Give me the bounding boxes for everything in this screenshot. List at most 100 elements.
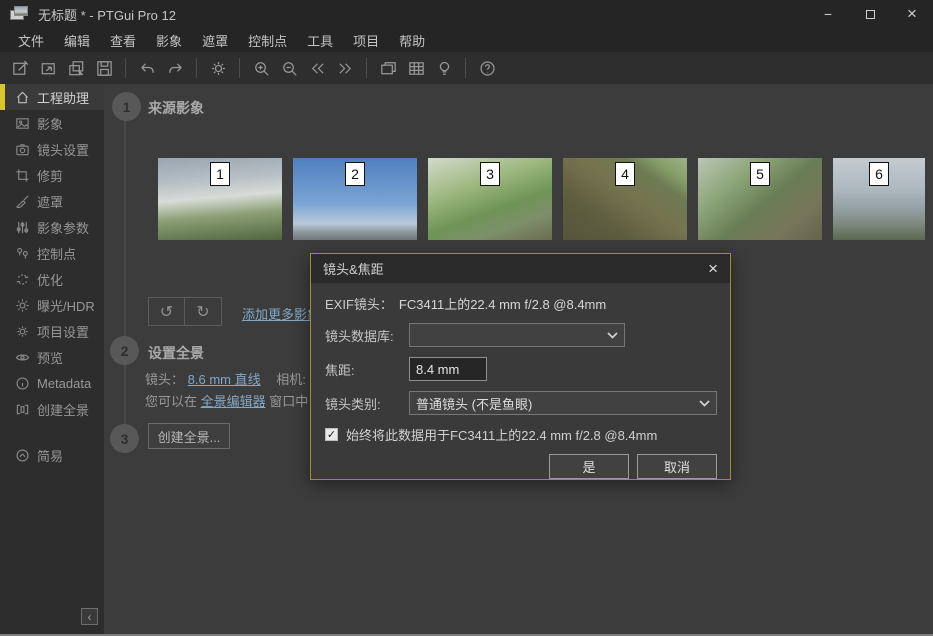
sidebar-item-project-settings[interactable]: 项目设置	[0, 318, 104, 344]
camera-label: 相机:	[276, 372, 306, 387]
step1-badge: 1	[112, 92, 141, 121]
menu-bar: 文件 编辑 查看 影象 遮罩 控制点 工具 项目 帮助	[0, 28, 933, 52]
menu-file[interactable]: 文件	[8, 28, 54, 53]
lens-type-label: 镜头类别:	[325, 394, 409, 413]
copy-template-icon[interactable]	[63, 55, 89, 81]
focal-length-input[interactable]	[409, 357, 487, 381]
lens-type-select[interactable]: 普通镜头 (不是鱼眼)	[409, 391, 717, 415]
source-images-strip: 1 2 3 4 5 6	[158, 158, 925, 240]
sidebar-item-crop[interactable]: 修剪	[0, 162, 104, 188]
sidebar-item-project-assistant[interactable]: 工程助理	[0, 84, 104, 110]
previous-images-icon[interactable]	[304, 55, 330, 81]
control-points-icon	[15, 246, 30, 261]
dialog-title: 镜头&焦距	[323, 259, 384, 278]
next-images-icon[interactable]	[332, 55, 358, 81]
lens-settings-link[interactable]: 8.6 mm 直线	[188, 372, 261, 387]
sidebar-item-preview[interactable]: 预览	[0, 344, 104, 370]
lens-type-value: 普通镜头 (不是鱼眼)	[416, 394, 532, 413]
menu-tools[interactable]: 工具	[297, 28, 343, 53]
preview-bulb-icon[interactable]	[431, 55, 457, 81]
menu-mask[interactable]: 遮罩	[192, 28, 238, 53]
always-use-checkbox-label: 始终将此数据用于FC3411上的22.4 mm f/2.8 @8.4mm	[346, 425, 657, 444]
eye-icon	[15, 350, 30, 365]
zoom-in-icon[interactable]	[248, 55, 274, 81]
sidebar-item-label: 创建全景	[37, 400, 89, 419]
sidebar-collapse-button[interactable]: ‹	[81, 608, 98, 625]
yes-button[interactable]: 是	[549, 454, 629, 479]
camera-icon	[15, 142, 30, 157]
sidebar-item-label: 预览	[37, 348, 63, 367]
exif-lens-label: EXIF镜头：	[325, 297, 393, 312]
panorama-editor-icon[interactable]	[375, 55, 401, 81]
sidebar-item-label: 影象	[37, 114, 63, 133]
cancel-button[interactable]: 取消	[637, 454, 717, 479]
lens-database-select[interactable]	[409, 323, 625, 347]
sidebar-item-exposure-hdr[interactable]: 曝光/HDR	[0, 292, 104, 318]
menu-control-points[interactable]: 控制点	[238, 28, 297, 53]
step-connector-line	[124, 114, 126, 440]
source-image-thumbnail[interactable]: 3	[428, 158, 552, 240]
chevron-down-icon	[607, 332, 618, 339]
sidebar: 工程助理 影象 镜头设置 修剪 遮罩 影象参数 控制点 优化	[0, 84, 104, 636]
minimize-button[interactable]: −	[807, 0, 849, 28]
sidebar-item-image-parameters[interactable]: 影象参数	[0, 214, 104, 240]
sidebar-item-create-panorama[interactable]: 创建全景	[0, 396, 104, 422]
toolbar	[0, 52, 933, 84]
source-image-thumbnail[interactable]: 5	[698, 158, 822, 240]
step2-badge: 2	[110, 336, 139, 365]
image-number-badge: 1	[210, 162, 230, 186]
window-title: 无标题 * - PTGui Pro 12	[38, 5, 176, 24]
image-number-badge: 5	[750, 162, 770, 186]
sidebar-item-label: Metadata	[37, 376, 91, 391]
help-icon[interactable]	[474, 55, 500, 81]
source-image-thumbnail[interactable]: 6	[833, 158, 925, 240]
rotate-cw-button[interactable]: ↻	[185, 297, 222, 326]
dialog-title-bar[interactable]: 镜头&焦距 ×	[311, 254, 730, 283]
open-project-icon[interactable]	[35, 55, 61, 81]
menu-edit[interactable]: 编辑	[54, 28, 100, 53]
image-icon	[15, 116, 30, 131]
title-bar: 无标题 * - PTGui Pro 12 − ×	[0, 0, 933, 28]
sidebar-item-label: 镜头设置	[37, 140, 89, 159]
sidebar-item-label: 工程助理	[37, 88, 89, 107]
sidebar-item-simple-mode[interactable]: 简易	[0, 442, 104, 468]
sidebar-item-label: 影象参数	[37, 218, 89, 237]
undo-icon[interactable]	[134, 55, 160, 81]
sidebar-item-images[interactable]: 影象	[0, 110, 104, 136]
sidebar-item-lens-settings[interactable]: 镜头设置	[0, 136, 104, 162]
sidebar-item-label: 曝光/HDR	[37, 296, 95, 315]
menu-project[interactable]: 项目	[343, 28, 389, 53]
zoom-out-icon[interactable]	[276, 55, 302, 81]
add-more-images-link[interactable]: 添加更多影象	[242, 304, 320, 323]
crop-icon	[15, 168, 30, 183]
source-image-thumbnail[interactable]: 4	[563, 158, 687, 240]
always-use-checkbox[interactable]: ✓	[325, 428, 338, 441]
maximize-button[interactable]	[849, 0, 891, 28]
sidebar-item-label: 修剪	[37, 166, 63, 185]
close-button[interactable]: ×	[891, 0, 933, 28]
create-panorama-button[interactable]: 创建全景...	[148, 423, 230, 449]
source-image-thumbnail[interactable]: 2	[293, 158, 417, 240]
sidebar-item-label: 简易	[37, 446, 63, 465]
detail-viewer-icon[interactable]	[403, 55, 429, 81]
panorama-editor-link[interactable]: 全景编辑器	[201, 394, 266, 409]
dialog-close-icon[interactable]: ×	[708, 260, 718, 277]
sidebar-item-optimizer[interactable]: 优化	[0, 266, 104, 292]
edit-project-icon[interactable]	[7, 55, 33, 81]
settings-gear-icon[interactable]	[205, 55, 231, 81]
sidebar-item-metadata[interactable]: Metadata	[0, 370, 104, 396]
menu-images[interactable]: 影象	[146, 28, 192, 53]
lens-database-label: 镜头数据库:	[325, 326, 409, 345]
step3-badge: 3	[110, 424, 139, 453]
source-image-thumbnail[interactable]: 1	[158, 158, 282, 240]
chevron-down-icon	[699, 400, 710, 407]
rotate-ccw-button[interactable]: ↺	[148, 297, 185, 326]
save-icon[interactable]	[91, 55, 117, 81]
exif-lens-value: FC3411上的22.4 mm f/2.8 @8.4mm	[399, 297, 606, 312]
sidebar-item-mask[interactable]: 遮罩	[0, 188, 104, 214]
menu-help[interactable]: 帮助	[389, 28, 435, 53]
sidebar-item-control-points[interactable]: 控制点	[0, 240, 104, 266]
menu-view[interactable]: 查看	[100, 28, 146, 53]
step1-title: 来源影象	[148, 98, 204, 118]
redo-icon[interactable]	[162, 55, 188, 81]
